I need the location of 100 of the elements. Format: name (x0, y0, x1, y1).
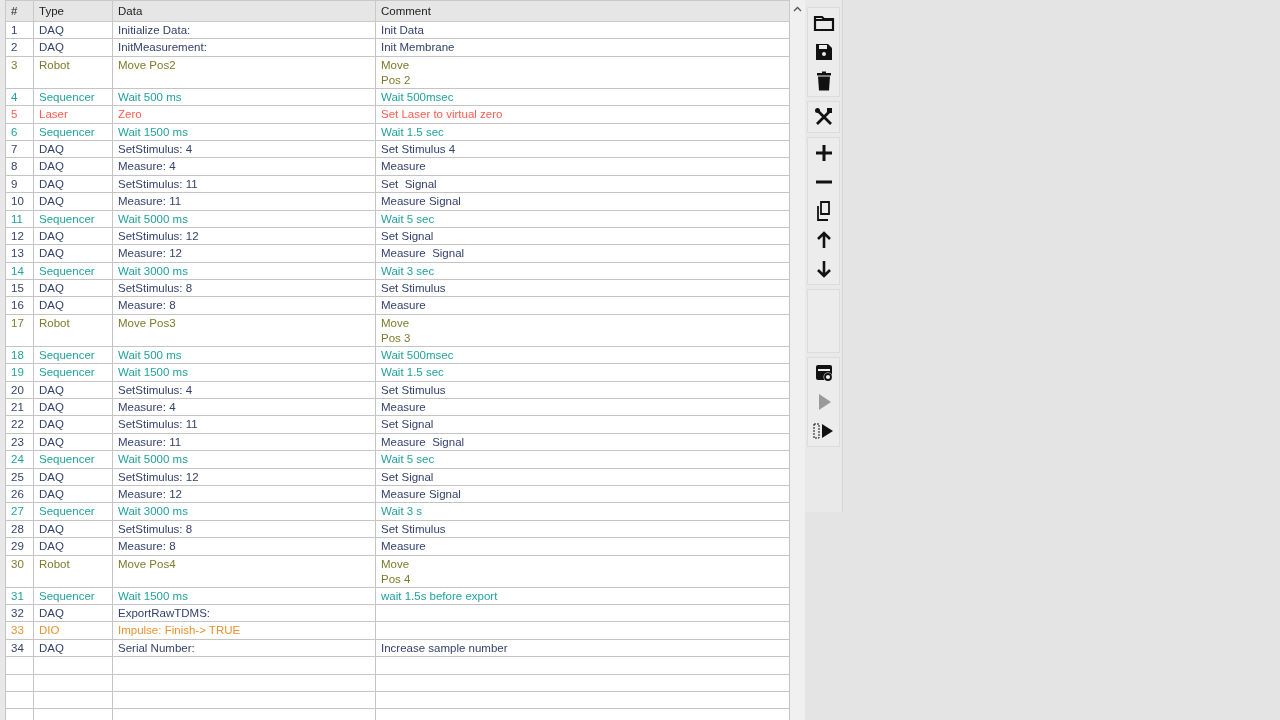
column-header[interactable]: Comment (375, 0, 790, 22)
table-cell: DAQ (33, 468, 113, 486)
table-cell: Wait 3000 ms (112, 262, 376, 280)
column-header[interactable]: Data (112, 0, 376, 22)
table-cell: 26 (5, 485, 34, 503)
table-cell: SetStimulus: 12 (112, 468, 376, 486)
table-cell: Set Stimulus 4 (381, 141, 456, 157)
table-cell: Set Stimulus (381, 521, 446, 537)
table-cell: 5 (5, 105, 34, 124)
table-cell: 22 (5, 415, 34, 434)
table-cell: 34 (5, 639, 34, 657)
table-cell: Measure: 12 (112, 244, 376, 263)
table-cell: Zero (112, 105, 376, 124)
table-cell: Wait 500 ms (112, 346, 376, 364)
table-cell: 31 (5, 587, 34, 605)
table-cell: 13 (5, 244, 34, 263)
table-cell: Measure: 4 (112, 157, 376, 176)
table-cell: SetStimulus: 11 (112, 175, 376, 193)
table-cell: Measure: 12 (112, 485, 376, 503)
table-cell: Wait 500msec (381, 89, 454, 105)
table-cell: 2 (5, 38, 34, 57)
table-cell: 20 (5, 381, 34, 399)
table-cell: SetStimulus: 8 (112, 520, 376, 538)
table-cell: Sequencer (33, 210, 113, 228)
table-cell: DAQ (33, 520, 113, 538)
table-cell: 23 (5, 433, 34, 451)
table-cell: Increase sample number (381, 640, 508, 656)
table-cell: Wait 500msec (381, 347, 454, 363)
table-cell: Set Signal (381, 469, 434, 485)
table-cell: 25 (5, 468, 34, 486)
table-cell: Robot (33, 314, 113, 347)
table-cell: DAQ (33, 485, 113, 503)
table-cell: Wait 500 ms (112, 88, 376, 106)
table-cell: DAQ (33, 192, 113, 210)
table-cell: Sequencer (33, 88, 113, 106)
table-cell: Measure Signal (381, 246, 465, 262)
table-cell: 27 (5, 502, 34, 521)
table-cell: ExportRawTDMS: (112, 604, 376, 622)
table-cell: Sequencer (33, 502, 113, 521)
table-cell: DAQ (33, 639, 113, 657)
table-cell: SetStimulus: 11 (112, 415, 376, 434)
table-cell: Measure (381, 159, 426, 175)
column-header[interactable]: Type (33, 0, 113, 22)
table-cell: DAQ (33, 381, 113, 399)
table-cell: 28 (5, 520, 34, 538)
table-cell: DAQ (33, 398, 113, 416)
table-cell: DAQ (33, 140, 113, 158)
table-cell: Move Pos2 (112, 56, 376, 89)
table-cell: Robot (33, 56, 113, 89)
table-cell: Sequencer (33, 123, 113, 141)
table-cell: Set Signal (381, 417, 434, 433)
table-cell: DAQ (33, 415, 113, 434)
table-cell: 32 (5, 604, 34, 622)
table-cell: Set Signal (381, 176, 437, 192)
table-cell: DAQ (33, 38, 113, 57)
table-cell: 18 (5, 346, 34, 364)
table-cell: Sequencer (33, 346, 113, 364)
table-cell: 8 (5, 157, 34, 176)
table-cell: 6 (5, 123, 34, 141)
table-cell: DAQ (33, 537, 113, 556)
table-cell: Init Membrane (381, 40, 455, 56)
table-cell: Wait 5000 ms (112, 210, 376, 228)
table-cell: 29 (5, 537, 34, 556)
table-cell: Set Signal (381, 228, 434, 244)
table-cell: Measure: 11 (112, 192, 376, 210)
table-cell: Measure (381, 298, 426, 314)
table-cell: Wait 1500 ms (112, 123, 376, 141)
scrollbar[interactable] (790, 0, 805, 720)
table-cell: DAQ (33, 433, 113, 451)
table-cell: 21 (5, 398, 34, 416)
table-cell: DAQ (33, 244, 113, 263)
table-cell: Wait 1500 ms (112, 587, 376, 605)
table-cell: SetStimulus: 12 (112, 227, 376, 245)
table-cell: Wait 3000 ms (112, 502, 376, 521)
table-cell: SetStimulus: 4 (112, 140, 376, 158)
table-cell: Wait 1.5 sec (381, 124, 444, 140)
table-cell: Sequencer (33, 587, 113, 605)
table-cell: Wait 3 sec (381, 263, 435, 279)
table-cell: 1 (5, 21, 34, 39)
table-cell: 3 (5, 56, 34, 89)
table-cell: 19 (5, 363, 34, 382)
column-header[interactable]: # (5, 0, 34, 22)
table-cell: Measure Signal (381, 434, 465, 450)
table-cell: Serial Number: (112, 639, 376, 657)
table-cell: Init Data (381, 23, 424, 38)
table-cell: Sequencer (33, 450, 113, 469)
table-cell: DAQ (33, 279, 113, 297)
scroll-up-icon[interactable] (793, 6, 802, 12)
table-cell: Move Pos4 (112, 555, 376, 588)
table-cell: SetStimulus: 8 (112, 279, 376, 297)
table-cell: Wait 5000 ms (112, 450, 376, 469)
table-cell: Robot (33, 555, 113, 588)
table-cell: DAQ (33, 296, 113, 315)
table-cell: Measure Signal (381, 194, 461, 210)
table-cell: Move Pos 3 (381, 315, 411, 346)
table-cell: 12 (5, 227, 34, 245)
table-cell: Wait 5 sec (381, 452, 435, 468)
table-cell: Measure: 8 (112, 537, 376, 556)
table-cell: DAQ (33, 175, 113, 193)
table-cell: Measure: 4 (112, 398, 376, 416)
